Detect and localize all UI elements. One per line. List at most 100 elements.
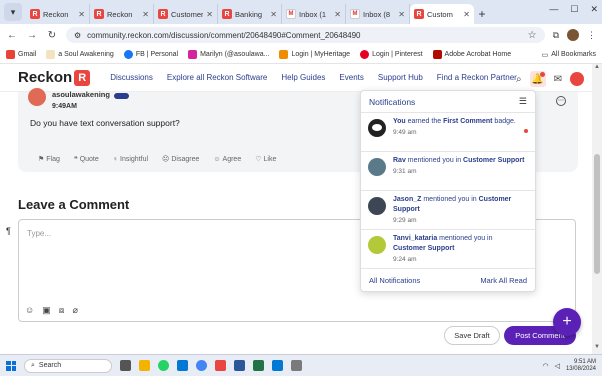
word-icon[interactable] (234, 360, 245, 371)
tab-title: Banking (235, 9, 263, 19)
browser-tab[interactable]: R Reckon ✕ (90, 4, 154, 24)
notification-item[interactable]: Tanvi_kataria mentioned you in Customer … (361, 230, 535, 269)
notification-item[interactable]: You earned the First Comment badge. 9:49 … (361, 113, 535, 152)
reload-icon[interactable]: ↻ (46, 30, 58, 41)
save-draft-button[interactable]: Save Draft (444, 326, 500, 345)
embed-icon[interactable]: ⧈ (59, 305, 65, 316)
gmail-icon: M (286, 9, 296, 19)
taskbar-search[interactable]: ⌕ Search (24, 358, 112, 373)
nav-item[interactable]: Support Hub (378, 73, 423, 82)
comment-options-icon[interactable]: ⋯ (556, 96, 566, 106)
nav-item[interactable]: Explore all Reckon Software (167, 73, 268, 82)
bookmark-adobe[interactable]: Adobe Acrobat Home (432, 50, 511, 59)
attachment-icon[interactable]: ⌀ (72, 305, 77, 316)
tab-close-icon[interactable]: ✕ (142, 10, 149, 19)
bookmark-facebook[interactable]: FB | Personal (123, 50, 178, 59)
extensions-icon[interactable]: ⧉ (553, 30, 559, 41)
task-view-icon[interactable] (120, 360, 131, 371)
tab-close-icon[interactable]: ✕ (463, 10, 470, 19)
reaction-agree-button[interactable]: ☺ Agree (213, 155, 241, 163)
reaction-like-button[interactable]: ♡ Like (255, 155, 276, 164)
browser-tab[interactable]: R Customer ✕ (154, 4, 218, 24)
bookmark-gmail[interactable]: Gmail (6, 50, 36, 59)
reaction-quote-button[interactable]: ❝ Quote (74, 155, 99, 164)
browser-tab[interactable]: R Reckon ✕ (26, 4, 90, 24)
notification-avatar (368, 158, 386, 176)
profile-avatar[interactable] (567, 29, 579, 41)
emoji-icon[interactable]: ☺ (25, 305, 34, 316)
scroll-down-icon[interactable]: ▼ (592, 344, 602, 354)
search-icon[interactable]: ⌕ (516, 74, 522, 85)
bookmark-pinterest[interactable]: Login | Pinterest (360, 50, 423, 59)
tab-close-icon[interactable]: ✕ (270, 10, 277, 19)
wifi-icon[interactable]: ◠ (542, 362, 548, 370)
browser-tab[interactable]: M Inbox (1 ✕ (282, 4, 346, 24)
nav-item[interactable]: Discussions (110, 73, 153, 82)
forward-icon[interactable]: → (26, 30, 38, 41)
browser-tab[interactable]: R Custom ✕ (410, 4, 474, 24)
outlook-icon[interactable] (272, 360, 283, 371)
user-avatar[interactable] (570, 72, 584, 86)
volume-icon[interactable]: ◁ (555, 362, 560, 370)
messages-icon[interactable]: ✉ (554, 74, 562, 85)
nav-item[interactable]: Find a Reckon Partner (437, 73, 517, 82)
tab-search-icon[interactable]: ▾ (4, 3, 22, 21)
tab-close-icon[interactable]: ✕ (206, 10, 213, 19)
file-explorer-icon[interactable] (139, 360, 150, 371)
tab-close-icon[interactable]: ✕ (78, 10, 85, 19)
reckon-favicon-icon: R (414, 9, 424, 19)
nav-item[interactable]: Events (339, 73, 363, 82)
url-field[interactable]: ⚙ community.reckon.com/discussion/commen… (66, 27, 545, 43)
author-avatar[interactable] (28, 88, 46, 106)
new-post-plus-icon[interactable]: + (553, 308, 581, 336)
notification-item[interactable]: Jason_Z mentioned you in Customer Suppor… (361, 191, 535, 230)
tab-title: Custom (427, 9, 453, 19)
notification-item[interactable]: Rav mentioned you in Customer Support 9:3… (361, 152, 535, 191)
all-bookmarks[interactable]: ▭ All Bookmarks (542, 51, 596, 59)
notification-text: You earned the First Comment badge. (393, 118, 516, 125)
browser-tab[interactable]: R Banking ✕ (218, 4, 282, 24)
excel-icon[interactable] (253, 360, 264, 371)
reaction-flag-button[interactable]: ⚑ Flag (38, 155, 60, 164)
reaction-disagree-button[interactable]: ☹ Disagree (162, 155, 199, 164)
notification-settings-icon[interactable]: ☰ (519, 96, 527, 107)
reckon-app-icon[interactable] (215, 360, 226, 371)
all-notifications-link[interactable]: All Notifications (369, 276, 420, 285)
maximize-icon[interactable]: ☐ (570, 4, 578, 15)
image-icon[interactable]: ▣ (42, 305, 51, 316)
close-window-icon[interactable]: ✕ (590, 4, 598, 15)
whatsapp-icon[interactable] (158, 360, 169, 371)
tab-close-icon[interactable]: ✕ (334, 10, 341, 19)
scroll-thumb[interactable] (594, 154, 600, 274)
author-name[interactable]: asoulawakening (52, 90, 129, 99)
minimize-icon[interactable]: — (549, 4, 558, 15)
mark-all-read-link[interactable]: Mark All Read (480, 276, 527, 285)
site-info-icon[interactable]: ⚙ (74, 31, 81, 40)
reckon-logo[interactable]: Reckon R (18, 69, 91, 86)
reaction-insightful-button[interactable]: ♀ Insightful (113, 155, 148, 163)
bookmark-instagram[interactable]: Marilyn (@asoulawa... (188, 50, 269, 59)
tab-close-icon[interactable]: ✕ (398, 10, 405, 19)
tab-title: Inbox (8 (363, 9, 391, 19)
notifications-bell-icon[interactable]: 🔔 (529, 71, 546, 87)
new-tab-button[interactable]: + (474, 4, 490, 24)
back-icon[interactable]: ← (6, 30, 18, 41)
store-icon[interactable] (177, 360, 188, 371)
nav-item[interactable]: Help Guides (281, 73, 325, 82)
unread-dot (524, 129, 528, 133)
clock[interactable]: 9:51 AM 13/08/2024 (566, 359, 596, 373)
windows-start-icon[interactable] (6, 360, 16, 371)
editor-toolbar: ☺ ▣ ⧈ ⌀ (25, 305, 78, 316)
browser-menu-icon[interactable]: ⋮ (587, 30, 596, 41)
bookmark-star-icon[interactable]: ☆ (528, 30, 537, 41)
bookmark-myheritage[interactable]: Login | MyHeritage (279, 50, 350, 59)
page-scrollbar[interactable]: ▲ ▼ (592, 64, 602, 354)
notification-text: Rav mentioned you in Customer Support (393, 157, 525, 164)
insightful-icon: ♀ (112, 155, 119, 163)
paragraph-format-icon[interactable]: ¶ (6, 226, 11, 236)
browser-tab[interactable]: M Inbox (8 ✕ (346, 4, 410, 24)
chrome-icon[interactable] (196, 360, 207, 371)
bookmark-soul-awakening[interactable]: a Soul Awakening (46, 50, 114, 59)
app-icon[interactable] (291, 360, 302, 371)
scroll-up-icon[interactable]: ▲ (592, 64, 602, 74)
